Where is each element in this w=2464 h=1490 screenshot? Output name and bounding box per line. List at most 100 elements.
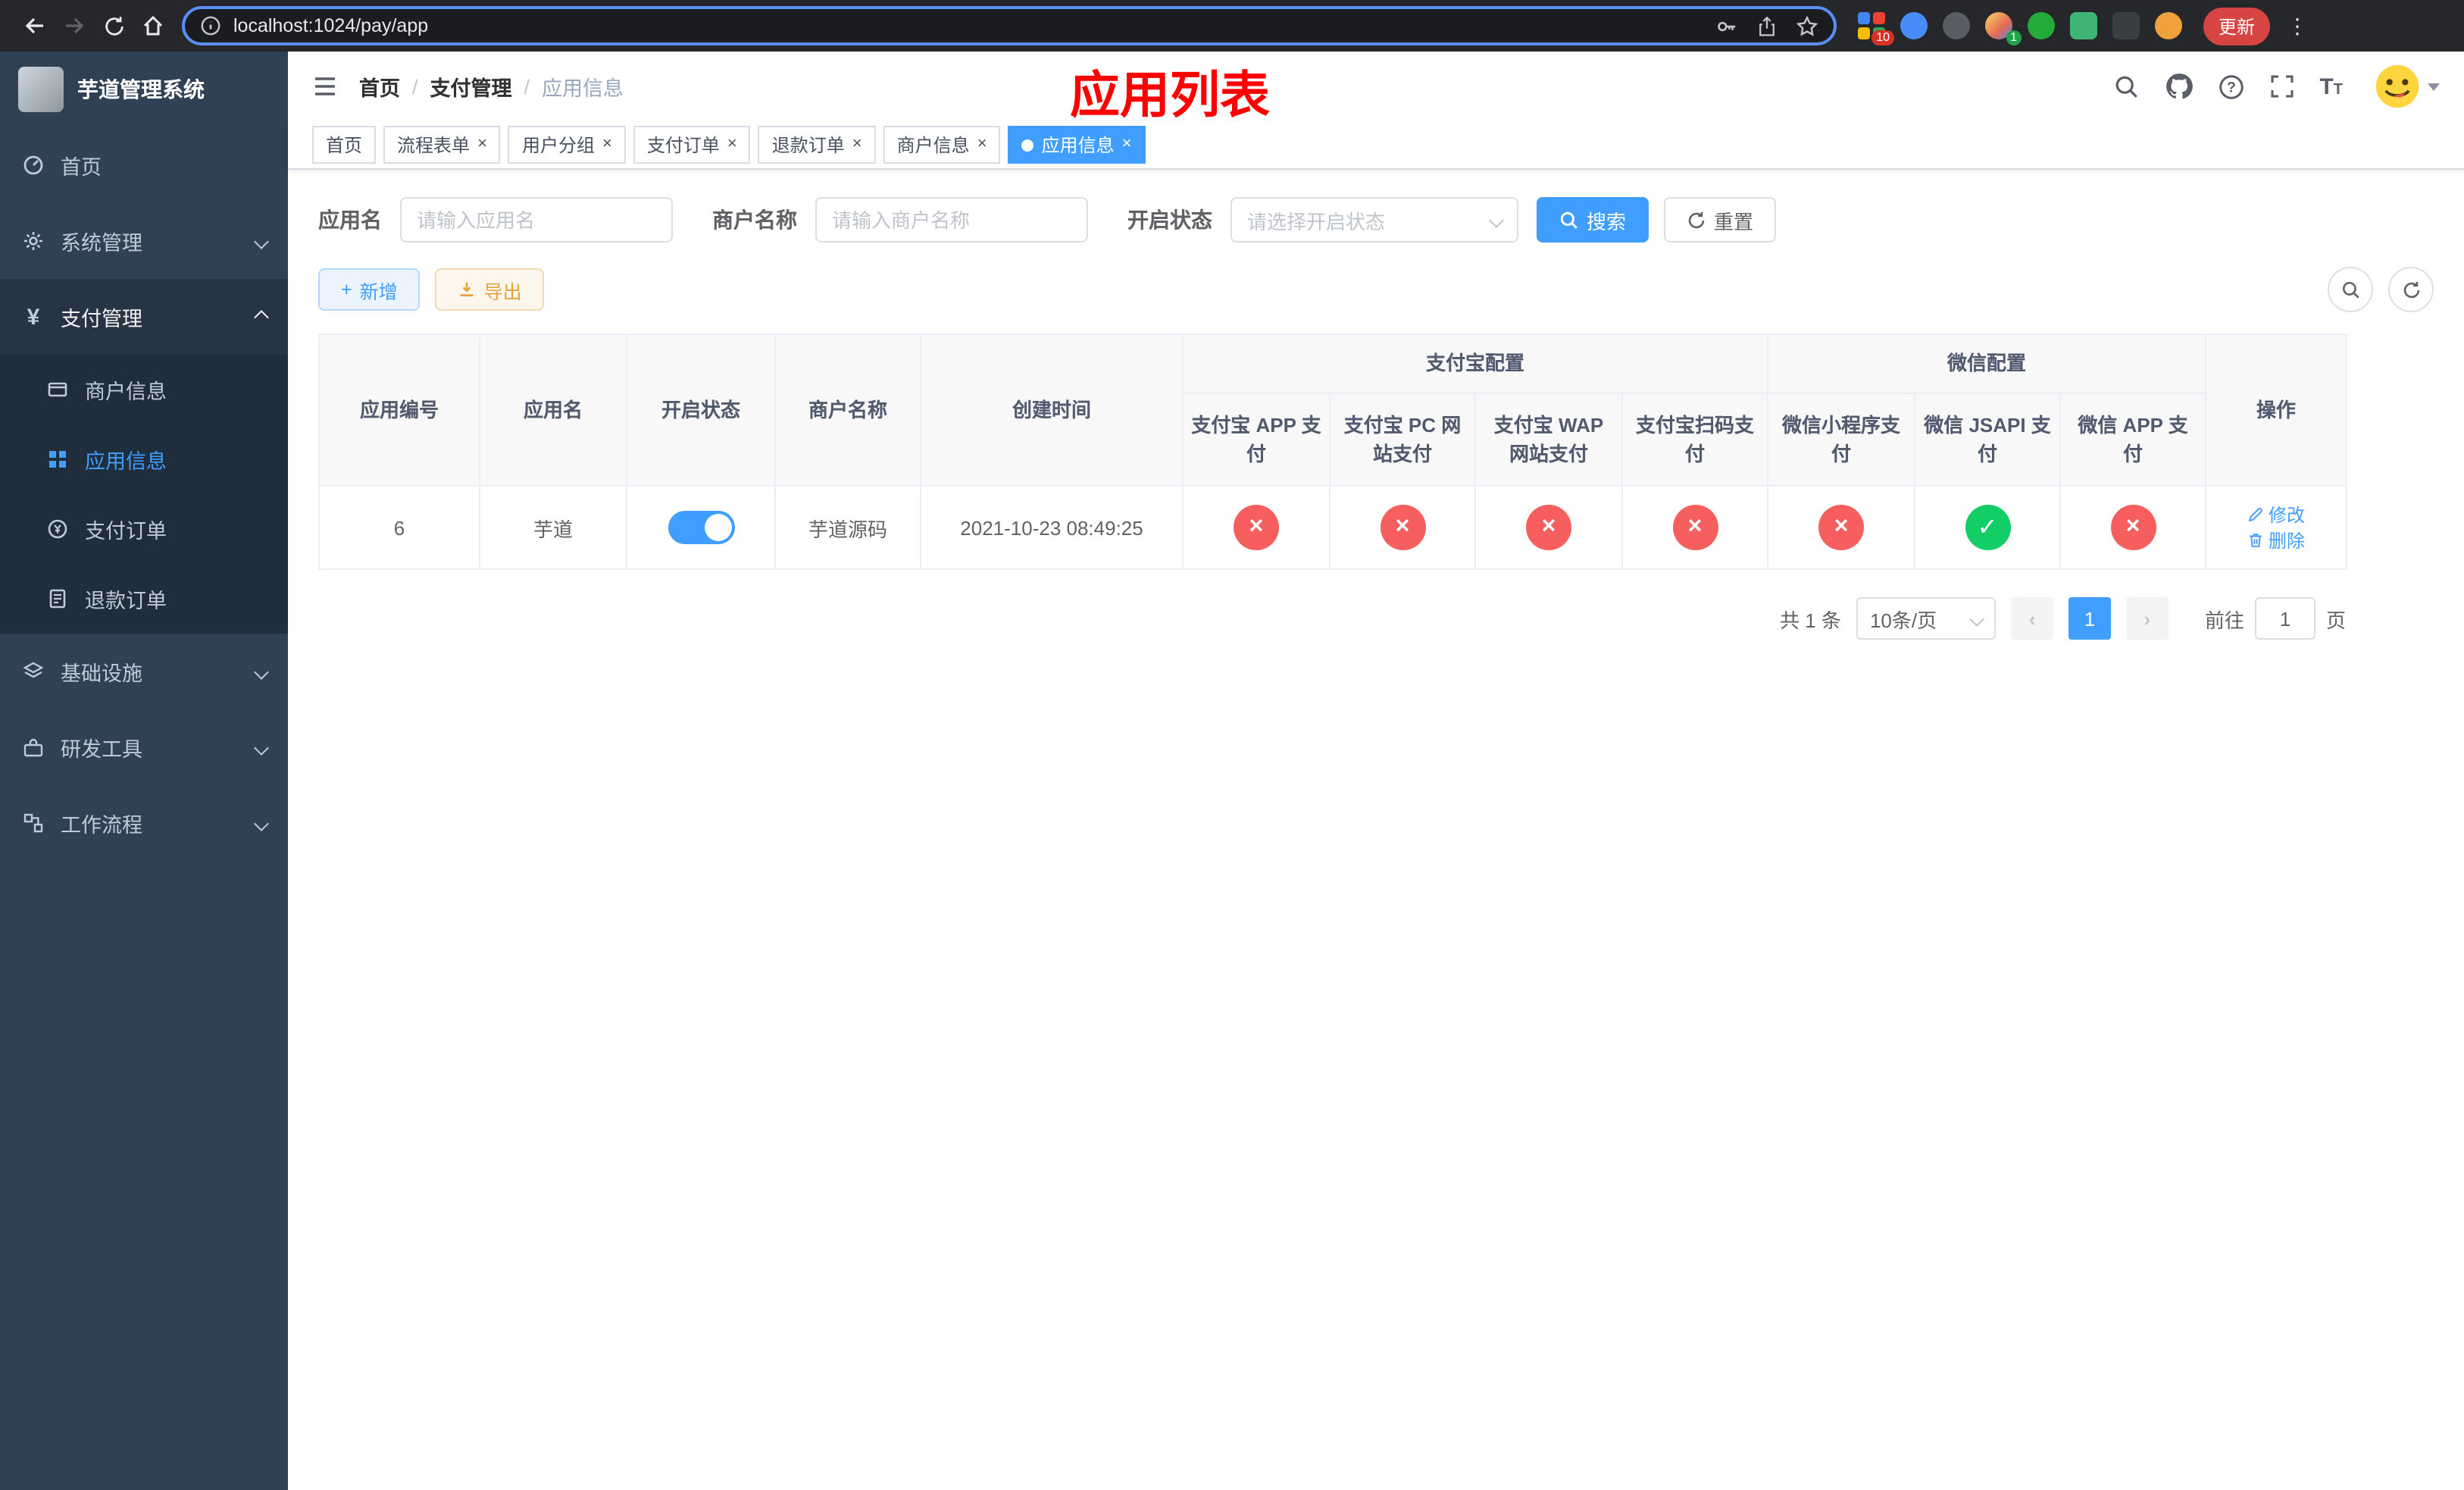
- status-toggle[interactable]: [668, 511, 734, 544]
- sidebar-item-system[interactable]: 系统管理: [0, 203, 288, 279]
- edit-button[interactable]: 修改: [2247, 502, 2305, 527]
- pay-status-icon: ×: [1818, 505, 1865, 550]
- fullscreen-icon[interactable]: [2269, 74, 2294, 99]
- browser-back-icon[interactable]: [15, 6, 55, 45]
- search-button-label: 搜索: [1587, 210, 1627, 233]
- address-bar[interactable]: localhost:1024/pay/app: [182, 6, 1837, 45]
- payment-submenu: 商户信息 应用信息 支付订单 退款订单: [0, 355, 288, 634]
- reset-button[interactable]: 重置: [1664, 197, 1777, 243]
- app-name-input[interactable]: [400, 197, 673, 243]
- app-name-label: 应用名: [318, 208, 382, 232]
- browser-refresh-icon[interactable]: [94, 6, 133, 45]
- tab-close-icon[interactable]: ×: [977, 136, 987, 153]
- search-button[interactable]: 搜索: [1537, 197, 1649, 243]
- sidebar-item-workflow[interactable]: 工作流程: [0, 785, 288, 861]
- status-select[interactable]: 请选择开启状态: [1230, 197, 1518, 243]
- sidebar: 芋道管理系统 首页 系统管理 ¥ 支付管理 商户信息 应用信息 支付订单 退款订…: [0, 52, 288, 1490]
- github-icon[interactable]: [2165, 73, 2193, 100]
- search-icon: [2341, 280, 2359, 298]
- app-table: 应用编号 应用名 开启状态 商户名称 创建时间 支付宝配置 微信配置 操作 支付…: [318, 333, 2348, 570]
- share-icon[interactable]: [1756, 14, 1778, 37]
- font-size-icon[interactable]: TT: [2319, 75, 2343, 98]
- refresh-icon: [2403, 280, 2419, 298]
- breadcrumb-payment[interactable]: 支付管理: [430, 71, 512, 102]
- tab-pay-order[interactable]: 支付订单 ×: [633, 126, 751, 164]
- next-page-button[interactable]: ›: [2125, 597, 2169, 640]
- tab-process-form[interactable]: 流程表单 ×: [383, 126, 501, 164]
- breadcrumb-home[interactable]: 首页: [359, 71, 400, 102]
- browser-update-button[interactable]: 更新: [2203, 7, 2271, 45]
- edit-button-label: 修改: [2269, 505, 2306, 526]
- header-search-icon[interactable]: [2113, 74, 2139, 99]
- pay-status-icon: ×: [1672, 505, 1718, 550]
- translate-badge: 1: [2006, 30, 2022, 45]
- tab-user-group[interactable]: 用户分组 ×: [508, 126, 626, 164]
- tab-app-info[interactable]: 应用信息 ×: [1008, 126, 1146, 164]
- extension-dark-icon[interactable]: [1943, 12, 1970, 39]
- tab-close-icon[interactable]: ×: [727, 136, 737, 153]
- extension-chat-icon[interactable]: [2070, 12, 2097, 39]
- extension-green-circle-icon[interactable]: [2028, 12, 2055, 39]
- merchant-name-input[interactable]: [815, 197, 1088, 243]
- sidebar-item-refund-order[interactable]: 退款订单: [0, 564, 288, 634]
- bookmark-star-icon[interactable]: [1796, 14, 1818, 37]
- sidebar-item-infra[interactable]: 基础设施: [0, 634, 288, 709]
- refresh-table-button[interactable]: [2388, 267, 2434, 312]
- toggle-search-button[interactable]: [2328, 267, 2373, 312]
- screen: localhost:1024/pay/app 10 1 更新 ⋮ 芋道管理系统 …: [0, 0, 2464, 1490]
- extension-avatar-icon[interactable]: [2155, 12, 2182, 39]
- tab-merchant-info[interactable]: 商户信息 ×: [883, 126, 1001, 164]
- tab-close-icon[interactable]: ×: [602, 136, 612, 153]
- edit-pencil-icon: [2248, 508, 2262, 522]
- browser-menu-icon[interactable]: ⋮: [2285, 13, 2309, 39]
- sidebar-item-pay-order[interactable]: 支付订单: [0, 494, 288, 564]
- breadcrumb: 首页 / 支付管理 / 应用信息: [359, 71, 624, 102]
- sidebar-item-label: 研发工具: [61, 738, 142, 761]
- goto-page-input[interactable]: [2254, 597, 2315, 640]
- sidebar-item-label: 退款订单: [85, 590, 167, 612]
- svg-text:?: ?: [2227, 79, 2236, 95]
- pay-status-icon: ×: [1526, 505, 1571, 550]
- page-annotation: 应用列表: [1070, 67, 1270, 123]
- browser-forward-icon[interactable]: [55, 6, 94, 45]
- sidebar-fold-icon[interactable]: [312, 74, 338, 99]
- export-button[interactable]: 导出: [435, 268, 545, 311]
- sidebar-item-label: 商户信息: [85, 380, 167, 403]
- delete-button[interactable]: 删除: [2247, 527, 2305, 553]
- user-avatar[interactable]: [2375, 64, 2420, 109]
- tab-refund-order[interactable]: 退款订单 ×: [758, 126, 876, 164]
- extension-grid-icon[interactable]: 10: [1858, 12, 1894, 45]
- tab-label: 退款订单: [771, 135, 845, 156]
- pagination-total: 共 1 条: [1780, 609, 1841, 631]
- tab-home[interactable]: 首页: [312, 126, 377, 164]
- tab-close-icon[interactable]: ×: [1122, 136, 1132, 153]
- pay-status-icon: ✓: [1965, 505, 2011, 550]
- help-icon[interactable]: ?: [2218, 74, 2244, 99]
- layers-icon: [21, 661, 45, 682]
- tab-close-icon[interactable]: ×: [852, 136, 862, 153]
- sidebar-item-dev-tools[interactable]: 研发工具: [0, 709, 288, 785]
- user-menu[interactable]: [2375, 64, 2440, 109]
- sidebar-item-merchant-info[interactable]: 商户信息: [0, 355, 288, 424]
- sidebar-item-app-info[interactable]: 应用信息: [0, 424, 288, 494]
- password-key-icon[interactable]: [1715, 14, 1738, 37]
- extension-tampermonkey-icon[interactable]: [2112, 12, 2140, 39]
- col-wechat-mini: 微信小程序支付: [1767, 393, 1916, 487]
- url-text[interactable]: localhost:1024/pay/app: [233, 15, 428, 36]
- app-logo: 芋道管理系统: [0, 52, 288, 127]
- site-info-icon[interactable]: [200, 15, 221, 36]
- tab-close-icon[interactable]: ×: [477, 136, 487, 153]
- add-button[interactable]: + 新增: [318, 268, 421, 311]
- extension-translate-icon[interactable]: 1: [1985, 12, 2022, 45]
- sidebar-item-home[interactable]: 首页: [0, 127, 288, 203]
- sidebar-item-payment[interactable]: ¥ 支付管理: [0, 279, 288, 355]
- add-button-label: 新增: [359, 281, 398, 302]
- page-size-select[interactable]: 10条/页: [1856, 597, 1996, 640]
- sidebar-item-label: 支付管理: [61, 308, 142, 330]
- page-number-button[interactable]: 1: [2068, 597, 2111, 640]
- col-wechat-jsapi: 微信 JSAPI 支付: [1914, 393, 2062, 487]
- extension-blue-icon[interactable]: [1900, 12, 1928, 39]
- browser-home-icon[interactable]: [133, 6, 173, 45]
- prev-page-button[interactable]: ‹: [2010, 597, 2053, 640]
- col-wechat-app: 微信 APP 支付: [2059, 393, 2207, 487]
